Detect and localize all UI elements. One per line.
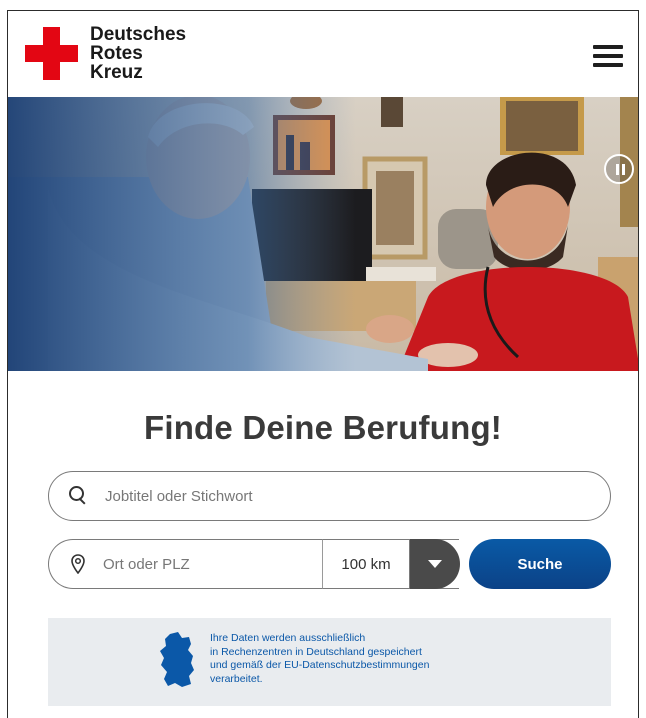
- pause-icon[interactable]: [604, 154, 634, 184]
- logo-line-1: Deutsches: [90, 24, 187, 45]
- location-search-row: 100 km Suche: [48, 539, 611, 589]
- privacy-line-1: Ihre Daten werden ausschließlich: [210, 632, 366, 644]
- browser-frame: Deutsches Rotes Kreuz Finde Deine Berufu…: [7, 10, 639, 718]
- search-icon: [69, 486, 89, 506]
- search-input[interactable]: [105, 487, 565, 505]
- logo-wordmark: Deutsches Rotes Kreuz: [90, 25, 186, 82]
- keyword-search-field[interactable]: [48, 471, 611, 521]
- hero-illustration: [8, 97, 638, 371]
- germany-map-icon: [160, 632, 194, 687]
- search-submit-button[interactable]: Suche: [469, 539, 611, 589]
- drk-logo[interactable]: Deutsches Rotes Kreuz: [25, 25, 186, 82]
- hero-image: [8, 97, 638, 371]
- privacy-line-2: in Rechenzentren in Deutschland gespeich…: [210, 645, 422, 658]
- red-cross-icon: [25, 27, 78, 80]
- privacy-line-4: verarbeitet.: [210, 672, 263, 685]
- hamburger-icon[interactable]: [593, 45, 623, 67]
- data-privacy-notice: Ihre Daten werden ausschließlich in Rech…: [48, 618, 611, 706]
- chevron-down-icon[interactable]: [410, 539, 460, 589]
- radius-select[interactable]: 100 km: [322, 539, 410, 589]
- site-header: Deutsches Rotes Kreuz: [8, 11, 638, 97]
- privacy-line-3: und gemäß der EU-Datenschutzbestimmungen: [210, 659, 430, 671]
- location-pin-icon: [71, 554, 85, 574]
- page-title: Finde Deine Berufung!: [143, 409, 503, 446]
- privacy-text: Ihre Daten werden ausschließlich in Rech…: [210, 632, 530, 686]
- logo-line-3: Kreuz: [90, 62, 143, 83]
- logo-line-2: Rotes: [90, 43, 143, 64]
- location-input[interactable]: [103, 555, 303, 573]
